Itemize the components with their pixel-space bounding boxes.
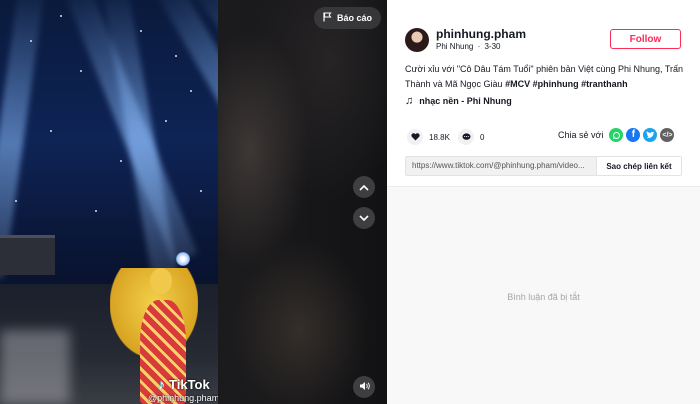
whatsapp-icon[interactable] [609,128,624,142]
tiktok-watermark: ♪ TikTok [158,376,210,392]
chevron-down-icon [359,209,369,227]
hashtag-link[interactable]: #tranthanh [581,79,628,89]
follow-button[interactable]: Follow [610,29,681,49]
volume-button[interactable] [353,376,375,398]
watermark-brand: TikTok [169,376,210,392]
tiktok-logo-icon: ♪ [158,376,165,392]
music-note-icon: ♫ [405,95,414,107]
comment-icon[interactable] [458,129,474,145]
star-light [190,90,192,92]
hashtag-link[interactable]: #phinhung [533,79,579,89]
star-light [15,200,17,202]
comment-count: 0 [480,132,485,142]
avatar[interactable] [405,28,429,52]
video-frame[interactable]: ♪ TikTok @phinhung.pham [0,0,218,404]
heart-icon[interactable] [407,129,423,145]
embed-icon[interactable]: </> [660,128,675,142]
comments-disabled-message: Bình luận đã bị tắt [507,292,580,302]
blurred-object [0,330,70,404]
spotlight [176,252,190,266]
star-light [200,190,202,192]
stage-light-beam [100,0,178,278]
author-subline: Phi Nhung · 3-30 [436,42,501,51]
comments-section: Bình luận đã bị tắt [387,186,700,404]
watermark-handle: @phinhung.pham [148,393,218,403]
report-label: Báo cáo [337,13,373,23]
video-info-panel: phinhung.pham Phi Nhung · 3-30 Follow Cư… [387,0,700,404]
star-light [120,160,122,162]
star-light [175,55,177,57]
report-button[interactable]: Báo cáo [314,7,382,29]
star-light [140,30,142,32]
previous-video-button[interactable] [353,176,375,198]
next-video-button[interactable] [353,207,375,229]
star-light [50,130,52,132]
star-light [30,40,32,42]
video-player[interactable]: ♪ TikTok @phinhung.pham Báo cáo [0,0,387,404]
share-bar: Chia sẻ với f </> [558,128,675,142]
chevron-up-icon [359,178,369,196]
share-label: Chia sẻ với [558,130,604,140]
comment-stat[interactable]: 0 [458,129,484,145]
like-count: 18.8K [429,132,450,142]
music-link[interactable]: ♫ nhạc nền - Phi Nhung [405,95,512,107]
like-stat[interactable]: 18.8K [407,129,450,145]
hashtag-link[interactable]: #MCV [505,79,530,89]
performer-head [150,268,172,294]
stage-equipment [0,235,55,275]
copy-link-button[interactable]: Sao chép liên kết [596,157,681,175]
facebook-icon[interactable]: f [626,128,641,142]
music-label: nhạc nền - Phi Nhung [419,96,512,106]
flag-icon [323,12,332,24]
star-light [95,210,97,212]
author-username[interactable]: phinhung.pham [436,27,526,41]
share-link-row: https://www.tiktok.com/@phinhung.pham/vi… [405,156,682,176]
star-light [60,15,62,17]
star-light [80,70,82,72]
twitter-icon[interactable] [643,128,658,142]
post-date: 3-30 [484,42,501,51]
video-caption: Cười xỉu với "Cô Dâu Tám Tuổi" phiên bản… [405,62,690,92]
speaker-icon [359,378,370,396]
star-light [165,120,167,122]
share-link-field[interactable]: https://www.tiktok.com/@phinhung.pham/vi… [406,157,596,175]
author-display-name: Phi Nhung [436,42,474,51]
